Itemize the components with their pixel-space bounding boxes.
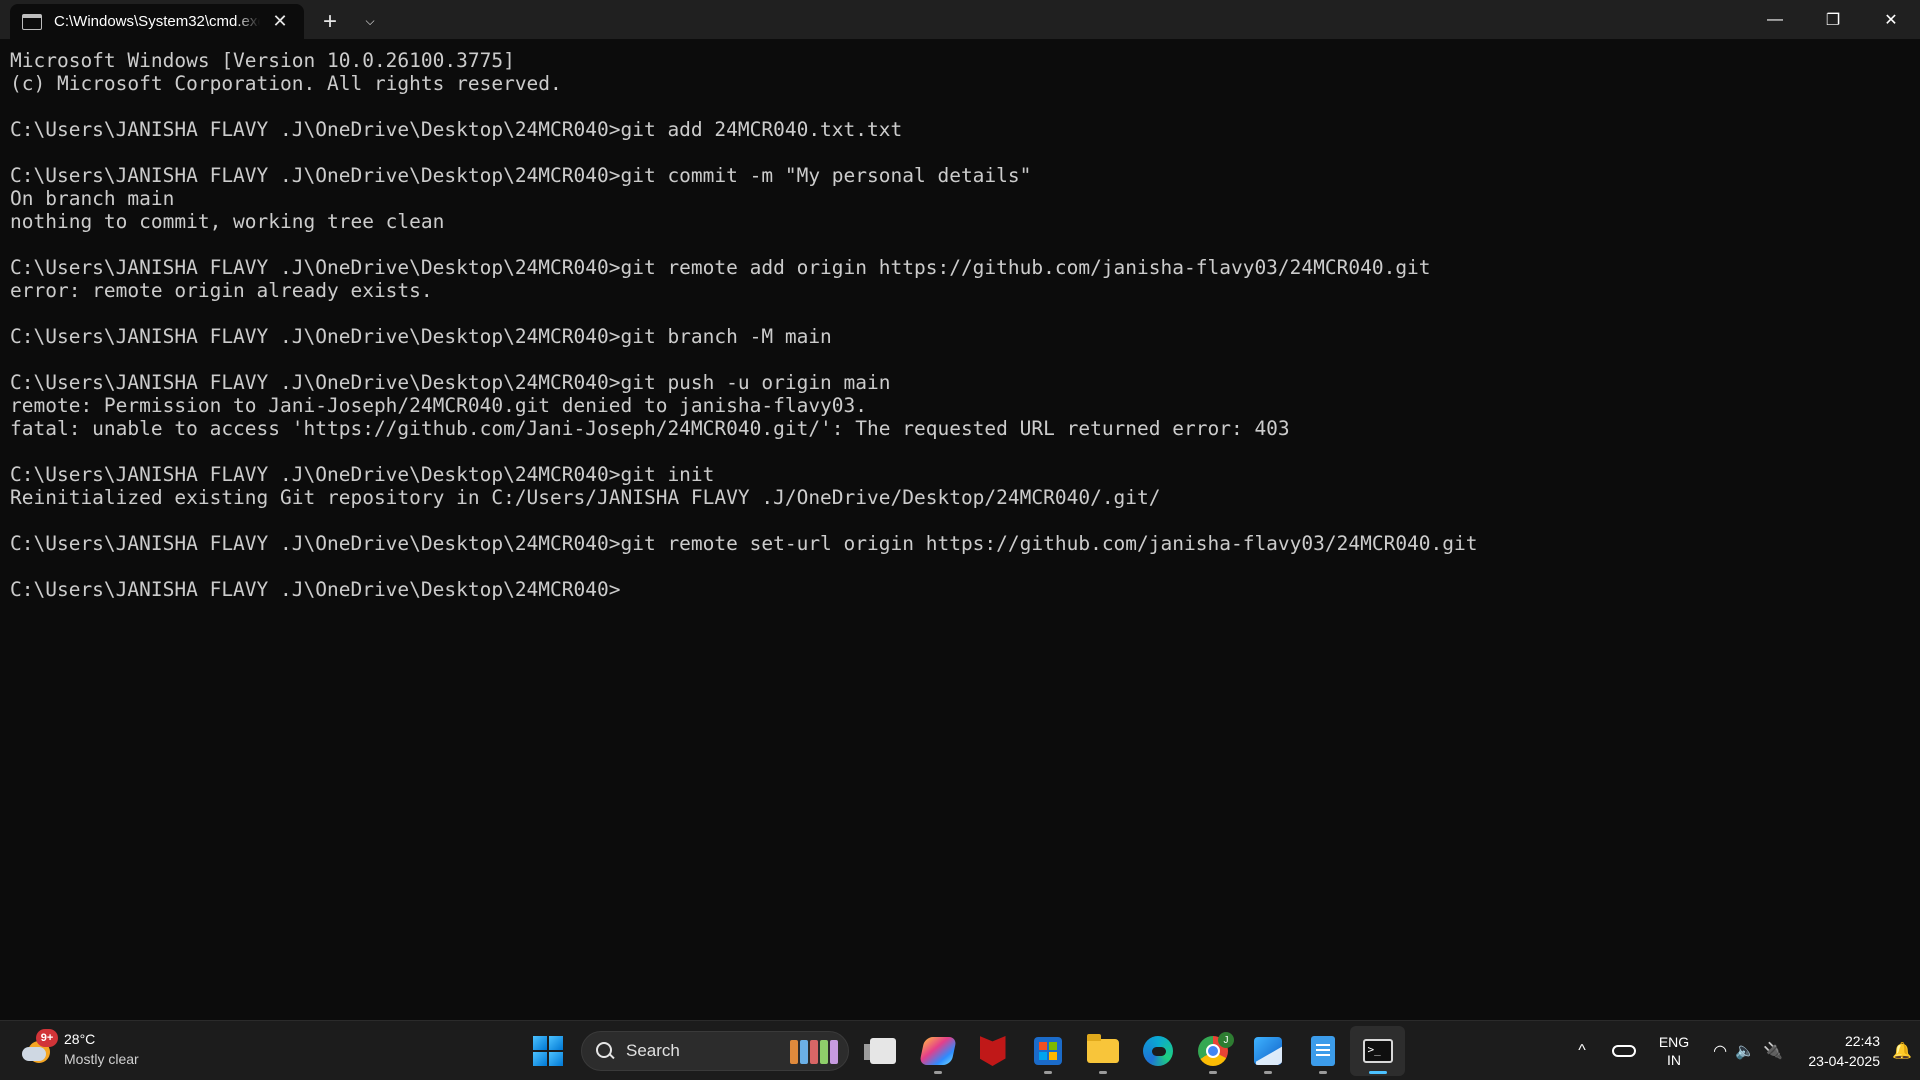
clock-date: 23-04-2025	[1808, 1053, 1880, 1069]
terminal-icon	[1362, 1039, 1393, 1063]
new-tab-button[interactable]: +	[310, 4, 350, 39]
search-icon	[596, 1042, 614, 1060]
weather-icon: 9+	[20, 1029, 58, 1067]
window-controls: — ❐ ✕	[1746, 0, 1920, 39]
weather-widget[interactable]: 9+ 28°C Mostly clear	[20, 1029, 139, 1069]
copilot-app[interactable]	[910, 1026, 965, 1076]
terminal-line: remote: Permission to Jani-Joseph/24MCR0…	[10, 394, 868, 417]
tab-dropdown-button[interactable]: ⌵	[350, 4, 390, 39]
minimize-button[interactable]: —	[1746, 0, 1804, 39]
weather-text: 28°C Mostly clear	[64, 1029, 139, 1069]
language-indicator[interactable]: ENG IN	[1646, 1031, 1702, 1071]
title-bar: C:\Windows\System32\cmd.exe ✕ + ⌵ — ❐ ✕	[0, 0, 1920, 39]
clock-time: 22:43	[1844, 1033, 1880, 1049]
edge-app[interactable]	[1130, 1026, 1185, 1076]
terminal-tab-icon	[22, 13, 42, 30]
mcafee-app[interactable]	[965, 1026, 1020, 1076]
terminal-app[interactable]	[1350, 1026, 1405, 1076]
terminal-line: nothing to commit, working tree clean	[10, 210, 445, 233]
edge-icon	[1142, 1036, 1173, 1066]
weather-condition: Mostly clear	[64, 1051, 139, 1067]
store-app[interactable]	[1020, 1026, 1075, 1076]
show-hidden-icons-chevron-icon[interactable]: ^	[1562, 1031, 1602, 1071]
photos-icon	[1253, 1037, 1282, 1065]
folder-icon	[1086, 1034, 1119, 1063]
terminal-line: (c) Microsoft Corporation. All rights re…	[10, 72, 562, 95]
notepad-app[interactable]	[1295, 1026, 1350, 1076]
file-explorer-app[interactable]	[1075, 1026, 1130, 1076]
battery-icon: 🔌	[1762, 1043, 1783, 1060]
chrome-app[interactable]: J	[1185, 1026, 1240, 1076]
terminal-line: C:\Users\JANISHA FLAVY .J\OneDrive\Deskt…	[10, 371, 891, 394]
terminal-line: C:\Users\JANISHA FLAVY .J\OneDrive\Deskt…	[10, 325, 832, 348]
store-icon	[1033, 1037, 1062, 1065]
terminal-line: C:\Users\JANISHA FLAVY .J\OneDrive\Deskt…	[10, 118, 903, 141]
mcafee-icon	[979, 1036, 1006, 1066]
wifi-icon: ◠	[1713, 1043, 1728, 1060]
terminal-line: C:\Users\JANISHA FLAVY .J\OneDrive\Deskt…	[10, 256, 1431, 279]
tab-close-button[interactable]: ✕	[266, 8, 294, 36]
terminal-line: C:\Users\JANISHA FLAVY .J\OneDrive\Deskt…	[10, 578, 621, 601]
search-highlight-icon	[790, 1040, 838, 1064]
copilot-icon	[918, 1037, 957, 1065]
task-view-icon	[863, 1038, 896, 1064]
search-label: Search	[626, 1041, 680, 1060]
onedrive-cloud-icon[interactable]	[1602, 1031, 1646, 1071]
start-button[interactable]	[520, 1026, 575, 1076]
weather-badge: 9+	[36, 1029, 58, 1047]
system-tray: ^ ENG IN ◠ 🔈 🔌 22:43 23-04-2025 🔔	[1562, 1021, 1920, 1080]
terminal-line: C:\Users\JANISHA FLAVY .J\OneDrive\Deskt…	[10, 164, 1032, 187]
terminal-line: C:\Users\JANISHA FLAVY .J\OneDrive\Deskt…	[10, 463, 715, 486]
clock[interactable]: 22:43 23-04-2025	[1794, 1031, 1884, 1071]
terminal-output[interactable]: Microsoft Windows [Version 10.0.26100.37…	[10, 49, 1910, 1009]
quick-settings[interactable]: ◠ 🔈 🔌	[1702, 1031, 1794, 1071]
volume-icon: 🔈	[1735, 1043, 1755, 1060]
weather-temperature: 28°C	[64, 1031, 96, 1047]
taskbar-search[interactable]: Search	[581, 1031, 849, 1071]
maximize-button[interactable]: ❐	[1804, 0, 1862, 39]
task-view-button[interactable]	[855, 1026, 910, 1076]
terminal-line: error: remote origin already exists.	[10, 279, 433, 302]
notepad-icon	[1310, 1036, 1335, 1066]
photos-app[interactable]	[1240, 1026, 1295, 1076]
taskbar-apps: Search J	[520, 1021, 1405, 1080]
language-region: IN	[1667, 1052, 1681, 1068]
windows-logo-icon	[532, 1036, 563, 1066]
terminal-line: Reinitialized existing Git repository in…	[10, 486, 1161, 509]
tab-title: C:\Windows\System32\cmd.exe	[54, 13, 260, 30]
language-code: ENG	[1658, 1034, 1690, 1050]
terminal-line: Microsoft Windows [Version 10.0.26100.37…	[10, 49, 515, 72]
terminal-line: C:\Users\JANISHA FLAVY .J\OneDrive\Deskt…	[10, 532, 1478, 555]
taskbar: 9+ 28°C Mostly clear Search J >_ ^ ENG I…	[0, 1020, 1920, 1080]
notification-bell-icon[interactable]: 🔔	[1884, 1031, 1920, 1071]
terminal-line: fatal: unable to access 'https://github.…	[10, 417, 1290, 440]
terminal-line: On branch main	[10, 187, 175, 210]
tab-cmd[interactable]: C:\Windows\System32\cmd.exe ✕	[10, 4, 304, 39]
close-button[interactable]: ✕	[1862, 0, 1920, 39]
chrome-profile-badge: J	[1218, 1032, 1234, 1048]
